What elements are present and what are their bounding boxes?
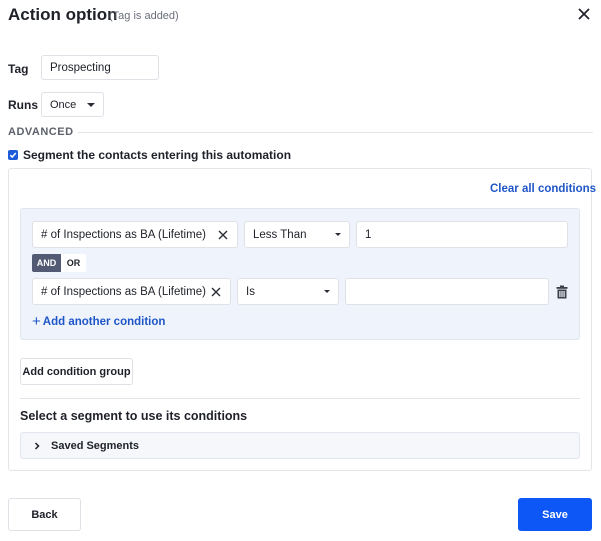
segment-checkbox-label[interactable]: Segment the contacts entering this autom… xyxy=(23,148,291,162)
condition-operator-select[interactable]: Less Than xyxy=(244,221,350,248)
condition-operator-select[interactable]: Is xyxy=(237,278,339,305)
caret-down-icon xyxy=(335,232,341,236)
close-icon xyxy=(218,230,228,240)
condition-value-input[interactable]: 1 xyxy=(356,221,568,248)
runs-select-value: Once xyxy=(50,98,77,111)
back-button[interactable]: Back xyxy=(8,498,81,531)
tag-input[interactable]: Prospecting xyxy=(41,55,159,80)
advanced-section-label: ADVANCED xyxy=(8,126,74,138)
add-condition-group-button[interactable]: Add condition group xyxy=(20,358,133,385)
advanced-divider xyxy=(78,132,593,133)
and-toggle-button[interactable]: AND xyxy=(32,254,61,272)
add-another-condition-link[interactable]: + Add another condition xyxy=(32,314,165,329)
condition-value-input[interactable] xyxy=(345,278,549,305)
trash-icon xyxy=(556,285,568,299)
plus-icon: + xyxy=(32,313,41,330)
logic-toggle: AND OR xyxy=(32,254,86,272)
segment-checkbox[interactable] xyxy=(8,150,18,160)
caret-down-icon xyxy=(324,289,330,293)
clear-field-button[interactable] xyxy=(211,287,221,297)
condition-field-select[interactable]: # of Inspections as BA (Lifetime) xyxy=(32,221,238,248)
clear-all-conditions-link[interactable]: Clear all conditions xyxy=(490,183,596,195)
dialog-subtitle: (Tag is added) xyxy=(109,10,179,22)
dialog-title: Action option xyxy=(8,5,118,24)
chevron-right-icon xyxy=(34,441,40,450)
runs-select[interactable]: Once xyxy=(41,92,104,117)
close-icon xyxy=(578,8,590,20)
saved-segments-label: Saved Segments xyxy=(51,439,140,452)
save-button[interactable]: Save xyxy=(518,498,592,531)
delete-condition-button[interactable] xyxy=(556,285,568,299)
saved-segments-accordion[interactable]: Saved Segments xyxy=(20,432,580,459)
condition-operator-value: Less Than xyxy=(253,228,307,241)
checkmark-icon xyxy=(9,152,17,159)
condition-field-value: # of Inspections as BA (Lifetime) xyxy=(41,285,206,298)
segment-section-title: Select a segment to use its conditions xyxy=(20,409,248,423)
condition-value-text: 1 xyxy=(365,228,372,241)
tag-label: Tag xyxy=(8,62,29,76)
condition-field-value: # of Inspections as BA (Lifetime) xyxy=(41,228,206,241)
clear-field-button[interactable] xyxy=(218,230,228,240)
section-divider xyxy=(20,398,580,399)
add-another-condition-label: Add another condition xyxy=(42,315,166,328)
runs-label: Runs xyxy=(8,98,38,112)
condition-field-select[interactable]: # of Inspections as BA (Lifetime) xyxy=(32,278,231,305)
caret-down-icon xyxy=(87,102,95,107)
condition-operator-value: Is xyxy=(246,285,255,298)
close-button[interactable] xyxy=(577,4,593,22)
tag-input-value: Prospecting xyxy=(50,61,111,74)
or-toggle-button[interactable]: OR xyxy=(61,254,86,272)
close-icon xyxy=(211,287,221,297)
